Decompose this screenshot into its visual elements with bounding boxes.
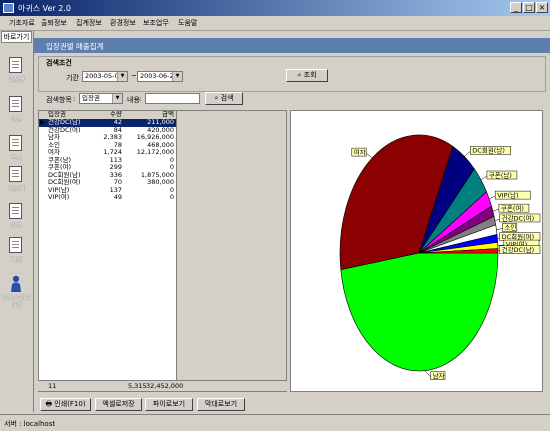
sidebar-item-about[interactable]: 아귀스에 대하여 [0,275,33,315]
pie-slice [341,253,498,371]
search-item-label: 검색항목 [46,95,72,105]
person-icon [10,275,22,293]
footer-amount: 32,452,000 [146,382,183,390]
table-footer: 11 5,315 32,452,000 [38,380,287,391]
bar-view-button[interactable]: 막대로보기 [197,398,245,411]
document-icon [9,166,22,182]
printer-icon: 🖶 [45,400,52,408]
document-icon [9,237,22,253]
pie-leader-line [366,153,372,158]
menu-bar: 기초자료 출퇴정보 집계정보 환경정보 보조업무 도움말 [0,16,550,31]
menu-aux-work[interactable]: 보조업무 [143,18,169,28]
menu-basic-data[interactable]: 기초자료 [9,18,35,28]
row-indicator-icon: ▶ [40,119,45,127]
search-item-select[interactable]: 입장권 ▼ [79,93,123,104]
pie-label-text: 쿠폰(여) [501,203,524,212]
pie-label-text: 여자 [354,147,366,156]
pie-label-text: 쿠폰(남) [489,170,512,179]
chevron-down-icon[interactable]: ▼ [172,72,182,81]
pie-leader-line [464,151,470,156]
close-button[interactable]: × [536,2,548,13]
window-title: 아귀스 Ver 2.0 [18,3,71,14]
app-icon [3,3,14,13]
pie-label: 쿠폰(여) [499,203,529,212]
pie-label-text: 소인 [504,223,516,232]
content-label: 내용 [127,95,140,105]
search-icon: ⌕ [214,94,218,102]
pie-leader-line [489,196,495,199]
pie-label: VIP(남) [495,190,530,199]
sidebar-item-product[interactable]: 상품 [0,94,33,130]
print-button[interactable]: 🖶 인쇄(F10) [40,398,91,411]
server-status: 서버 : localhost [4,419,55,429]
document-icon [9,135,22,151]
chevron-down-icon[interactable]: ▼ [112,94,122,103]
chevron-down-icon[interactable]: ▼ [117,72,127,81]
menu-summary[interactable]: 집계정보 [76,18,102,28]
cell-amount: 0 [170,194,174,202]
panel-header: 입장권별 매출집계 [34,38,550,53]
pie-label-text: VIP(남) [497,190,518,199]
sidebar-item-account[interactable]: 계정 [0,235,33,271]
summary-table[interactable]: 입장권 수량 금액 ▶건강DC(남)42211,000건강DC(여)84420,… [38,110,177,392]
document-icon [9,203,22,219]
menu-attendance[interactable]: 출퇴정보 [41,18,67,28]
pie-label-text: 건강DC(남) [502,245,535,254]
filter-section-title: 검색조건 [44,58,74,68]
footer-qty: 5,315 [128,382,147,390]
search-icon: ⌕ [297,71,301,79]
menu-help[interactable]: 도움말 [178,18,197,28]
menu-environment[interactable]: 환경정보 [110,18,136,28]
pie-label: 여자 [352,147,366,156]
pie-label: DC회원(남) [470,146,510,155]
pie-label: 소인 [502,223,516,232]
chart-area: 남자여자DC회원(남)쿠폰(남)VIP(남)쿠폰(여)건강DC(여)소인DC회원… [290,110,543,392]
sidebar-item-card[interactable]: 카드 [0,201,33,237]
date-to-picker[interactable]: 2003-06-25 ▼ [137,71,183,82]
pie-leader-line [493,209,499,211]
pie-label: 건강DC(여) [500,213,540,222]
table-row[interactable]: VIP(여) 49 0 [39,194,176,202]
pie-leader-line [425,371,431,377]
table-empty-area [177,110,287,392]
document-icon [9,96,22,112]
pie-label-text: 건강DC(여) [502,213,535,222]
pie-label-text: DC회원(남) [472,146,505,155]
cell-qty: 49 [114,194,122,202]
date-separator: ~ [131,72,137,80]
document-icon [9,57,22,73]
pie-label: 쿠폰(남) [487,170,517,179]
date-from-picker[interactable]: 2003-05-02 ▼ [82,71,128,82]
pie-label: 건강DC(남) [500,245,540,254]
query-button[interactable]: ⌕ 조회 [286,69,328,82]
pie-leader-line [496,228,502,229]
shortcut-header-button[interactable]: 바로가기 [1,31,32,43]
cell-ticket: VIP(여) [48,194,69,202]
minimize-button[interactable]: _ [510,2,522,13]
pie-leader-line [481,176,487,180]
pie-chart: 남자여자DC회원(남)쿠폰(남)VIP(남)쿠폰(여)건강DC(여)소인DC회원… [291,111,542,391]
status-bar: 서버 : localhost [0,414,550,431]
search-button[interactable]: ⌕ 검색 [205,92,243,105]
pie-label: 남자 [431,371,445,380]
shortcut-sidebar: 바로가기 입장권 상품 코너 카운터 카드 계정 아귀스에 대하여 [0,31,34,412]
maximize-button[interactable]: □ [523,2,535,13]
cell-amount: 12,172,000 [137,149,174,157]
pie-label-text: 남자 [433,371,445,380]
panel-title: 입장권별 매출집계 [46,41,104,52]
sidebar-item-counter[interactable]: 카운터 [0,164,33,200]
sidebar-item-ticket[interactable]: 입장권 [0,55,33,91]
excel-save-button[interactable]: 엑셀로저장 [95,398,142,411]
pie-view-button[interactable]: 파이로보기 [145,398,193,411]
content-input[interactable] [145,93,200,104]
period-label: 기간 [66,73,79,83]
title-bar: 아귀스 Ver 2.0 _ □ × [0,0,550,16]
footer-count: 11 [48,382,56,390]
